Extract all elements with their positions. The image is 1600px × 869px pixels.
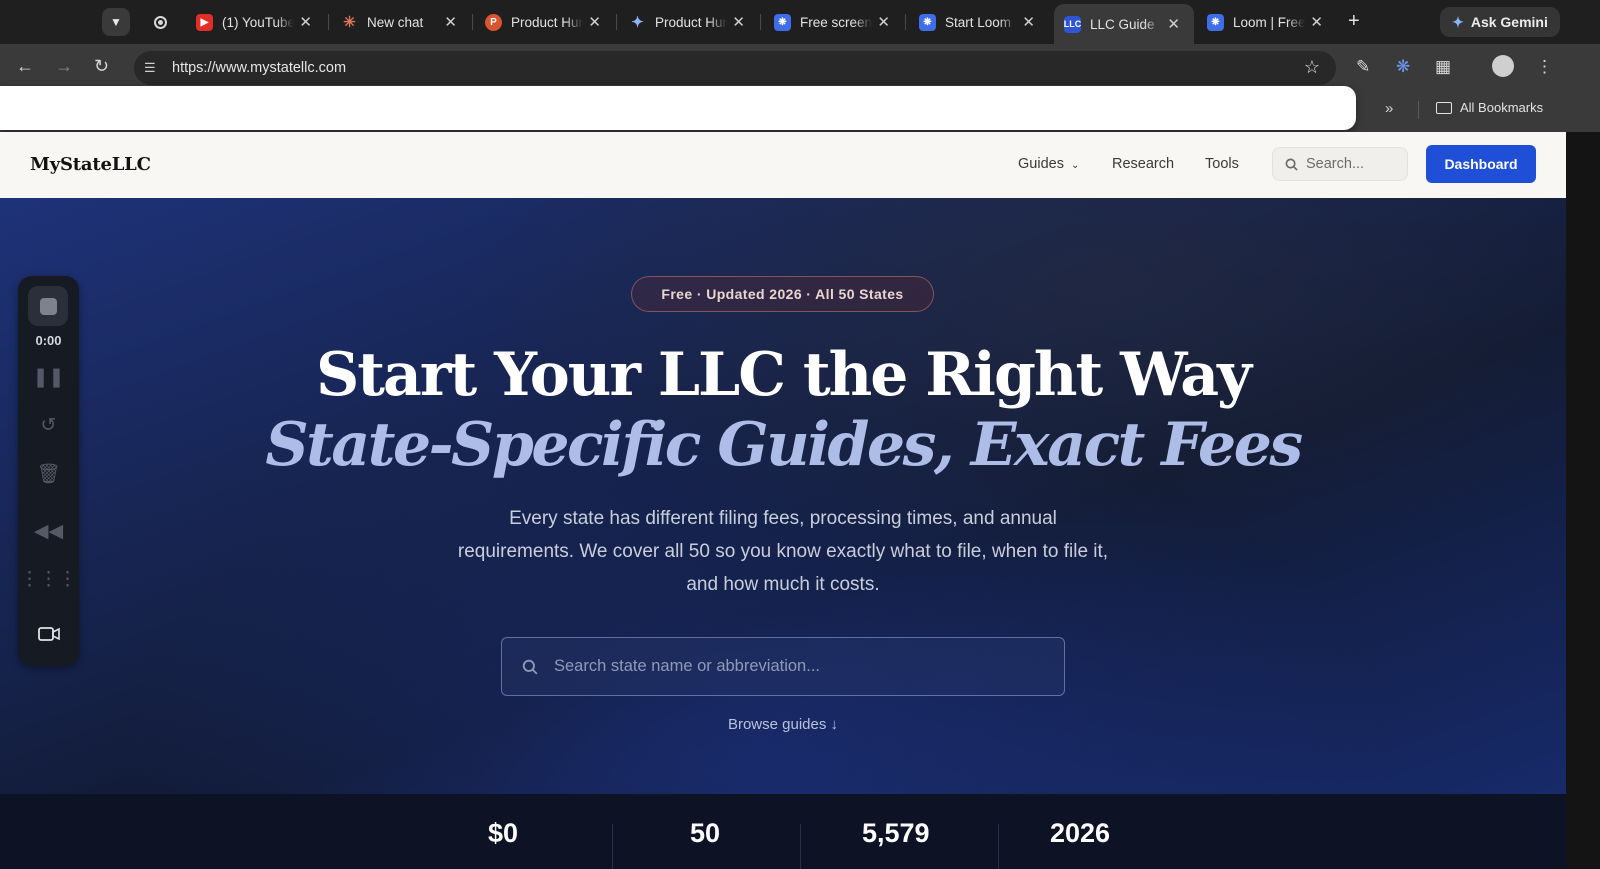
site-header: MyStateLLC Guides ⌄ Research Tools Searc… (0, 132, 1566, 199)
tab-llc-guide-active[interactable]: LLC LLC Guide ✕ (1054, 4, 1194, 44)
tab-product-hunt-2[interactable]: ✦ Product Hunt ✕ (619, 6, 759, 38)
forward-arrow-icon[interactable]: → (55, 56, 73, 76)
profile-avatar[interactable] (1492, 55, 1514, 77)
more-bookmarks-chevron-icon[interactable]: » (1385, 100, 1393, 117)
restart-icon[interactable]: ↺ (18, 414, 79, 437)
youtube-icon: ▶ (196, 13, 213, 31)
recording-timer: 0:00 (35, 333, 62, 348)
tab-new-chat[interactable]: ✳ New chat ✕ (331, 6, 471, 38)
rewind-icon[interactable]: ◀◀ (18, 520, 79, 543)
loom-icon: ❋ (774, 13, 791, 31)
nav-guides[interactable]: Guides ⌄ (1018, 156, 1079, 172)
hero-description: Every state has different filing fees, p… (457, 508, 1109, 595)
browse-guides-link[interactable]: Browse guides ↓ (0, 716, 1566, 733)
omnibox-suggestion-popup (0, 86, 1356, 130)
new-tab-plus-icon[interactable]: + (1348, 10, 1360, 32)
bookmarks-divider (1418, 101, 1419, 119)
extensions-puzzle-icon[interactable]: ▦ (1435, 57, 1451, 77)
nav-search-input[interactable]: Search... (1272, 147, 1408, 181)
gemini-sparkle-icon: ✦ (631, 14, 644, 31)
address-bar[interactable]: ☰ https://www.mystatellc.com ☆ (134, 51, 1336, 85)
all-bookmarks-button[interactable]: All Bookmarks (1436, 100, 1543, 115)
claude-icon: ✳ (343, 14, 356, 31)
folder-icon (1436, 101, 1452, 114)
tab-start-loom[interactable]: ❋ Start Loom ✕ (909, 6, 1049, 38)
page-scrollbar-gutter[interactable] (1566, 132, 1600, 869)
tab-close-icon[interactable]: ✕ (877, 13, 890, 31)
kebab-menu-icon[interactable]: ⋮ (1536, 57, 1553, 77)
tab-close-icon[interactable]: ✕ (732, 13, 745, 31)
tab-close-icon[interactable]: ✕ (299, 13, 312, 31)
stop-icon (39, 297, 57, 315)
site-settings-icon[interactable]: ☰ (144, 60, 160, 76)
website-viewport: MyStateLLC Guides ⌄ Research Tools Searc… (0, 132, 1566, 869)
tab-product-hunt[interactable]: P Product Hunt ✕ (475, 6, 615, 38)
tab-free-screen[interactable]: ❋ Free screen ✕ (764, 6, 904, 38)
tab-close-icon[interactable]: ✕ (1167, 15, 1180, 33)
search-icon (1285, 158, 1298, 171)
chevron-down-icon: ⌄ (1070, 160, 1080, 171)
pause-icon[interactable]: ❚❚ (18, 366, 79, 389)
tab-close-icon[interactable]: ✕ (1310, 13, 1323, 31)
loom-icon: ❋ (919, 13, 936, 31)
eyedropper-extension-icon[interactable]: ✎ (1356, 57, 1370, 77)
trash-icon[interactable]: 🗑 (18, 462, 79, 486)
browser-toolbar: ← → ↻ ☰ https://www.mystatellc.com ☆ ✎ ❋… (0, 44, 1600, 90)
state-search-input[interactable]: Search state name or abbreviation... (501, 637, 1065, 696)
tab-close-icon[interactable]: ✕ (444, 13, 457, 31)
site-logo[interactable]: MyStateLLC (30, 154, 151, 175)
ask-gemini-button[interactable]: ✦ Ask Gemini (1440, 7, 1560, 37)
tab-divider (616, 14, 617, 30)
dashboard-button[interactable]: Dashboard (1426, 145, 1536, 183)
stat-value: 2026 (1050, 818, 1111, 848)
nav-research[interactable]: Research (1112, 156, 1174, 172)
pinned-tab-record-icon[interactable] (150, 12, 170, 32)
llc-icon: LLC (1064, 15, 1081, 33)
tab-loom-free[interactable]: ❋ Loom | Free ✕ (1197, 6, 1337, 38)
tab-divider (905, 14, 906, 30)
tab-divider (760, 14, 761, 30)
grid-dots-icon[interactable]: ⋮⋮⋮ (18, 568, 79, 591)
product-hunt-icon: P (485, 13, 502, 31)
loom-icon: ❋ (1207, 13, 1224, 31)
hero-subtitle: State-Specific Guides, Exact Fees (265, 410, 1303, 480)
tab-divider (472, 14, 473, 30)
hero-title: Start Your LLC the Right Way (315, 340, 1252, 410)
browser-tab-bar: ▼ ▶ (1) YouTube ✕ ✳ New chat ✕ P Product… (0, 0, 1600, 44)
bookmark-star-icon[interactable]: ☆ (1304, 57, 1320, 78)
tab-search-chevron-icon[interactable]: ▼ (102, 8, 130, 36)
video-camera-icon (37, 627, 60, 641)
tab-close-icon[interactable]: ✕ (1022, 13, 1035, 31)
stat-divider (800, 824, 801, 869)
tab-close-icon[interactable]: ✕ (588, 13, 601, 31)
tab-youtube[interactable]: ▶ (1) YouTube ✕ (186, 6, 326, 38)
camera-icon[interactable] (18, 626, 79, 648)
stat-value: 50 (690, 818, 721, 848)
hero-section: Free · Updated 2026 · All 50 States Star… (0, 198, 1566, 794)
search-icon (522, 659, 538, 675)
tab-divider (328, 14, 329, 30)
update-badge: Free · Updated 2026 · All 50 States (631, 276, 934, 312)
stat-value: 5,579 (862, 818, 930, 848)
stop-recording-button[interactable] (28, 286, 68, 326)
reload-icon[interactable]: ↻ (94, 56, 109, 76)
stats-strip: $0 50 5,579 2026 (0, 794, 1566, 869)
stat-divider (612, 824, 613, 869)
gemini-sparkle-icon: ✦ (1452, 13, 1464, 30)
stat-divider (998, 824, 999, 869)
loom-extension-icon[interactable]: ❋ (1396, 57, 1410, 77)
back-arrow-icon[interactable]: ← (16, 56, 34, 76)
loom-recording-controls: 0:00 ❚❚ ↺ 🗑 ◀◀ ⋮⋮⋮ (18, 276, 79, 666)
nav-tools[interactable]: Tools (1205, 156, 1239, 172)
stat-value: $0 (488, 818, 519, 848)
